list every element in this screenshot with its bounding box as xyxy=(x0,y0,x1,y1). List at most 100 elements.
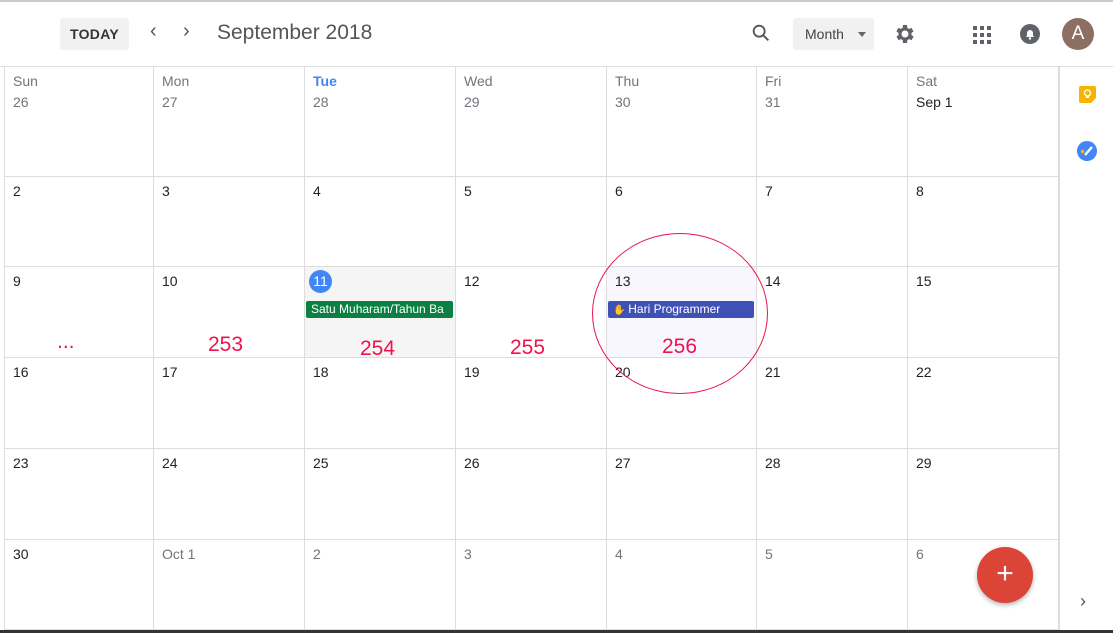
search-icon[interactable] xyxy=(750,22,772,49)
date-number[interactable]: 10 xyxy=(162,273,178,289)
day-cell[interactable]: 5 xyxy=(456,177,607,267)
day-cell[interactable]: Sat Sep 1 xyxy=(908,67,1059,177)
notifications-bell-icon[interactable] xyxy=(1020,24,1040,49)
expand-panel-chevron-icon[interactable]: › xyxy=(1080,591,1086,612)
day-cell[interactable]: 28 xyxy=(757,449,908,540)
day-cell[interactable]: Oct 1 xyxy=(154,540,305,630)
date-number[interactable]: 7 xyxy=(765,183,773,199)
date-number[interactable]: 16 xyxy=(13,364,29,380)
date-number[interactable]: 12 xyxy=(464,273,480,289)
tasks-icon[interactable] xyxy=(1077,141,1097,166)
day-cell[interactable]: 21 xyxy=(757,358,908,449)
date-number[interactable]: Sep 1 xyxy=(916,94,953,110)
date-number[interactable]: 3 xyxy=(162,183,170,199)
day-cell[interactable]: Sun 26 xyxy=(4,67,154,177)
day-cell[interactable]: 17 xyxy=(154,358,305,449)
date-number[interactable]: 30 xyxy=(13,546,29,562)
day-cell[interactable]: 5 xyxy=(757,540,908,630)
date-number[interactable]: 28 xyxy=(765,455,781,471)
annotation-circle xyxy=(592,233,768,394)
day-of-week-label: Wed xyxy=(464,73,493,89)
day-cell[interactable]: 16 xyxy=(4,358,154,449)
today-button[interactable]: TODAY xyxy=(60,18,129,50)
day-cell[interactable]: 9 xyxy=(4,267,154,358)
annotation-text: 253 xyxy=(208,333,244,356)
day-of-week-label: Tue xyxy=(313,73,337,89)
date-number[interactable]: 22 xyxy=(916,364,932,380)
day-cell[interactable]: 22 xyxy=(908,358,1059,449)
date-number[interactable]: 9 xyxy=(13,273,21,289)
date-number[interactable]: 21 xyxy=(765,364,781,380)
date-number[interactable]: 23 xyxy=(13,455,29,471)
date-number[interactable]: 26 xyxy=(13,94,29,110)
date-number[interactable]: 15 xyxy=(916,273,932,289)
date-number[interactable]: 4 xyxy=(615,546,623,562)
day-cell[interactable]: 30 xyxy=(4,540,154,630)
date-number[interactable]: 5 xyxy=(464,183,472,199)
date-number[interactable]: 19 xyxy=(464,364,480,380)
date-number[interactable]: 31 xyxy=(765,94,781,110)
day-cell[interactable]: 25 xyxy=(305,449,456,540)
day-cell[interactable]: Thu 30 xyxy=(607,67,757,177)
day-of-week-label: Mon xyxy=(162,73,190,89)
day-of-week-label: Fri xyxy=(765,73,782,89)
day-cell[interactable]: 18 xyxy=(305,358,456,449)
day-cell[interactable]: 19 xyxy=(456,358,607,449)
day-cell[interactable]: 24 xyxy=(154,449,305,540)
date-number[interactable]: 3 xyxy=(464,546,472,562)
day-of-week-label: Sun xyxy=(13,73,38,89)
date-number[interactable]: 26 xyxy=(464,455,480,471)
day-cell[interactable]: 29 xyxy=(908,449,1059,540)
date-number[interactable]: 27 xyxy=(615,455,631,471)
day-cell[interactable]: 15 xyxy=(908,267,1059,358)
day-of-week-label: Sat xyxy=(916,73,938,89)
view-selector[interactable]: Month xyxy=(793,18,874,50)
day-cell[interactable]: 2 xyxy=(305,540,456,630)
date-number[interactable]: 27 xyxy=(162,94,178,110)
date-number[interactable]: 6 xyxy=(615,183,623,199)
day-cell[interactable]: Fri 31 xyxy=(757,67,908,177)
date-number[interactable]: 4 xyxy=(313,183,321,199)
view-selector-label: Month xyxy=(805,26,844,42)
date-number[interactable]: 25 xyxy=(313,455,329,471)
date-number[interactable]: 8 xyxy=(916,183,924,199)
day-cell[interactable]: 14 xyxy=(757,267,908,358)
prev-month-button[interactable]: ‹ xyxy=(150,20,157,43)
date-number[interactable]: 2 xyxy=(13,183,21,199)
day-cell[interactable]: 3 xyxy=(154,177,305,267)
day-cell[interactable]: 7 xyxy=(757,177,908,267)
date-number[interactable]: 30 xyxy=(615,94,631,110)
next-month-button[interactable]: › xyxy=(183,20,190,43)
date-number[interactable]: 28 xyxy=(313,94,329,110)
day-cell[interactable]: 8 xyxy=(908,177,1059,267)
keep-icon[interactable] xyxy=(1079,86,1096,108)
gear-icon[interactable] xyxy=(893,22,917,51)
apps-grid-icon[interactable] xyxy=(973,26,991,49)
day-cell[interactable]: 3 xyxy=(456,540,607,630)
day-cell[interactable]: 4 xyxy=(607,540,757,630)
page-title: September 2018 xyxy=(217,21,373,44)
date-number[interactable]: 29 xyxy=(916,455,932,471)
date-number[interactable]: 11 xyxy=(309,270,332,293)
date-number[interactable]: 5 xyxy=(765,546,773,562)
day-cell[interactable]: Tue 28 xyxy=(305,67,456,177)
date-number[interactable]: 29 xyxy=(464,94,480,110)
avatar[interactable]: A xyxy=(1062,18,1094,50)
date-number[interactable]: 6 xyxy=(916,546,924,562)
day-cell[interactable]: Mon 27 xyxy=(154,67,305,177)
day-cell[interactable]: 4 xyxy=(305,177,456,267)
day-cell[interactable]: Wed 29 xyxy=(456,67,607,177)
day-cell[interactable]: 26 xyxy=(456,449,607,540)
create-event-button[interactable]: + xyxy=(977,547,1033,603)
day-cell[interactable]: 27 xyxy=(607,449,757,540)
day-cell[interactable]: 23 xyxy=(4,449,154,540)
date-number[interactable]: Oct 1 xyxy=(162,546,195,562)
date-number[interactable]: 2 xyxy=(313,546,321,562)
event-chip[interactable]: Satu Muharam/Tahun Ba xyxy=(306,301,453,318)
date-number[interactable]: 17 xyxy=(162,364,178,380)
date-number[interactable]: 14 xyxy=(765,273,781,289)
date-number[interactable]: 24 xyxy=(162,455,178,471)
date-number[interactable]: 18 xyxy=(313,364,329,380)
day-cell[interactable]: 2 xyxy=(4,177,154,267)
day-of-week-label: Thu xyxy=(615,73,640,89)
